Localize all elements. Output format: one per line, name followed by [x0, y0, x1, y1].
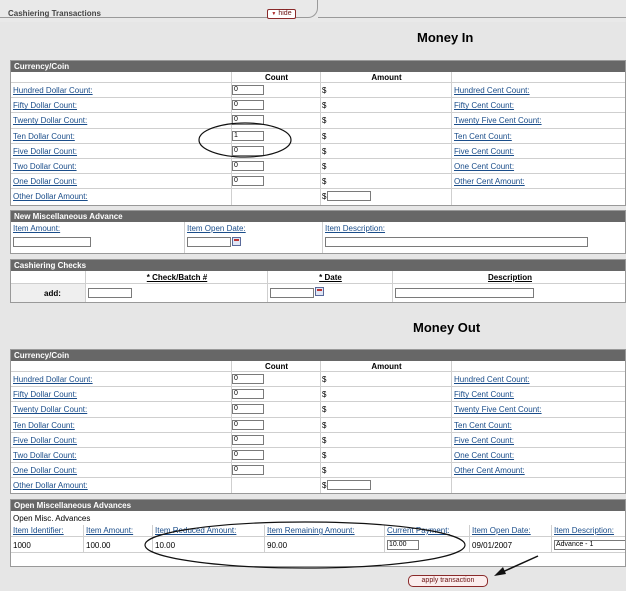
arrow-head-icon [494, 567, 506, 576]
highlight-ellipse-ten-dollar [198, 122, 292, 158]
annotation-overlay [144, 122, 539, 576]
highlight-ellipse-payment [144, 521, 466, 569]
apply-transaction-button[interactable]: apply transaction [408, 575, 488, 587]
